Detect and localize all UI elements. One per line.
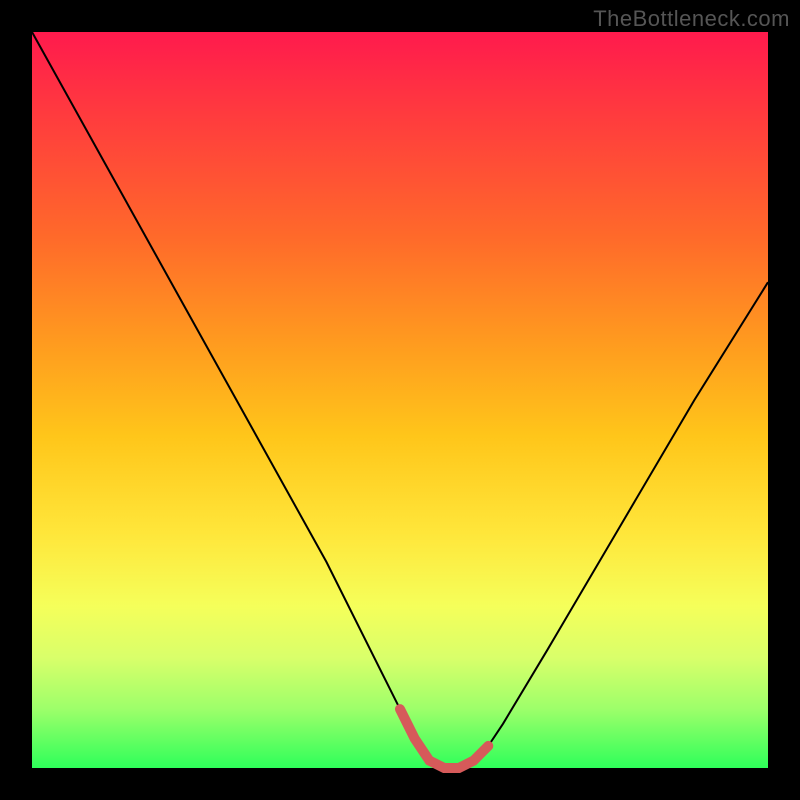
optimal-range-highlight (400, 709, 488, 768)
bottleneck-curve (32, 32, 768, 768)
curve-svg (32, 32, 768, 768)
chart-frame: TheBottleneck.com (0, 0, 800, 800)
watermark-text: TheBottleneck.com (593, 6, 790, 32)
plot-area (32, 32, 768, 768)
